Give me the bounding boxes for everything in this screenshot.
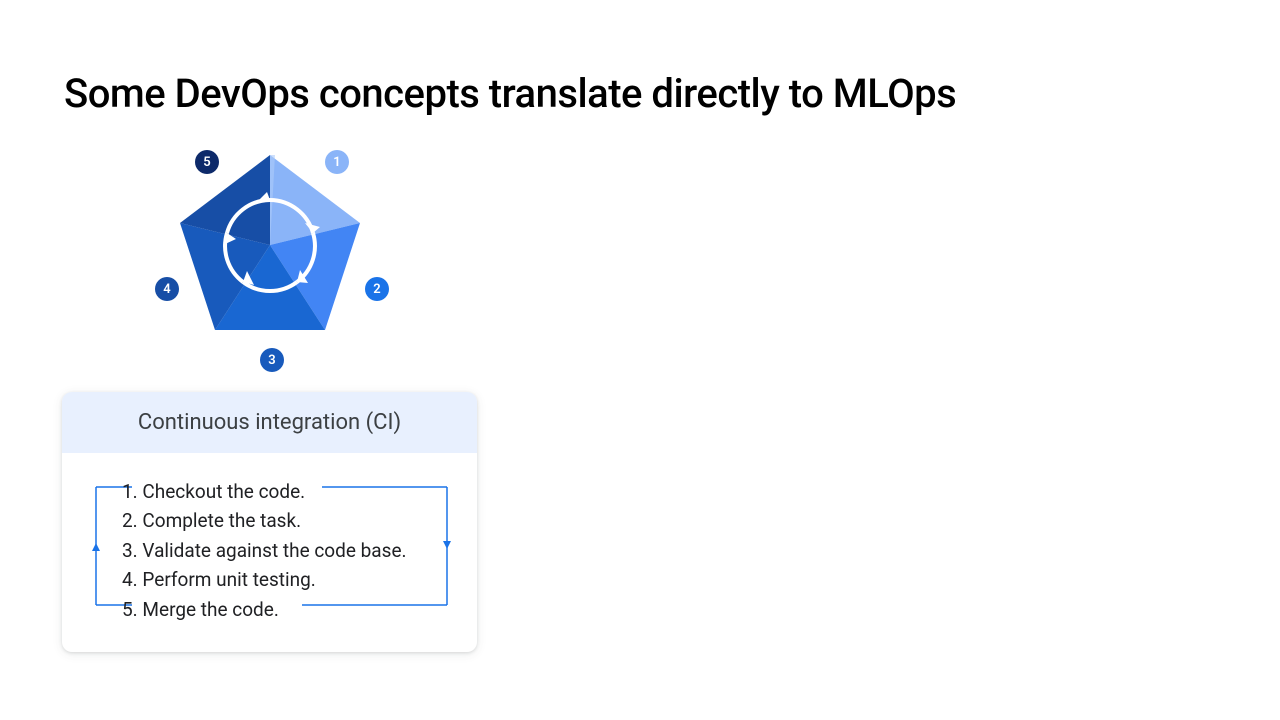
ci-card: Continuous integration (CI) 1. Checkout [62, 392, 477, 652]
pentagon-badge-5: 5 [195, 150, 219, 174]
ci-card-body: 1. Checkout the code. 2. Complete the ta… [62, 453, 477, 652]
ci-card-header: Continuous integration (CI) [62, 392, 477, 453]
ci-step-2: 2. Complete the task. [122, 506, 417, 535]
page-title: Some DevOps concepts translate directly … [64, 70, 956, 117]
ci-step-3: 3. Validate against the code base. [122, 536, 417, 565]
pentagon-diagram: 1 2 3 4 5 [145, 140, 395, 380]
pentagon-icon [170, 145, 370, 345]
pentagon-badge-2: 2 [365, 277, 389, 301]
pentagon-badge-1: 1 [325, 150, 349, 174]
pentagon-badge-3: 3 [260, 348, 284, 372]
ci-steps-list: 1. Checkout the code. 2. Complete the ta… [86, 477, 453, 624]
ci-step-1: 1. Checkout the code. [122, 477, 417, 506]
pentagon-badge-4: 4 [155, 277, 179, 301]
ci-step-4: 4. Perform unit testing. [122, 565, 417, 594]
ci-step-5: 5. Merge the code. [122, 595, 417, 624]
